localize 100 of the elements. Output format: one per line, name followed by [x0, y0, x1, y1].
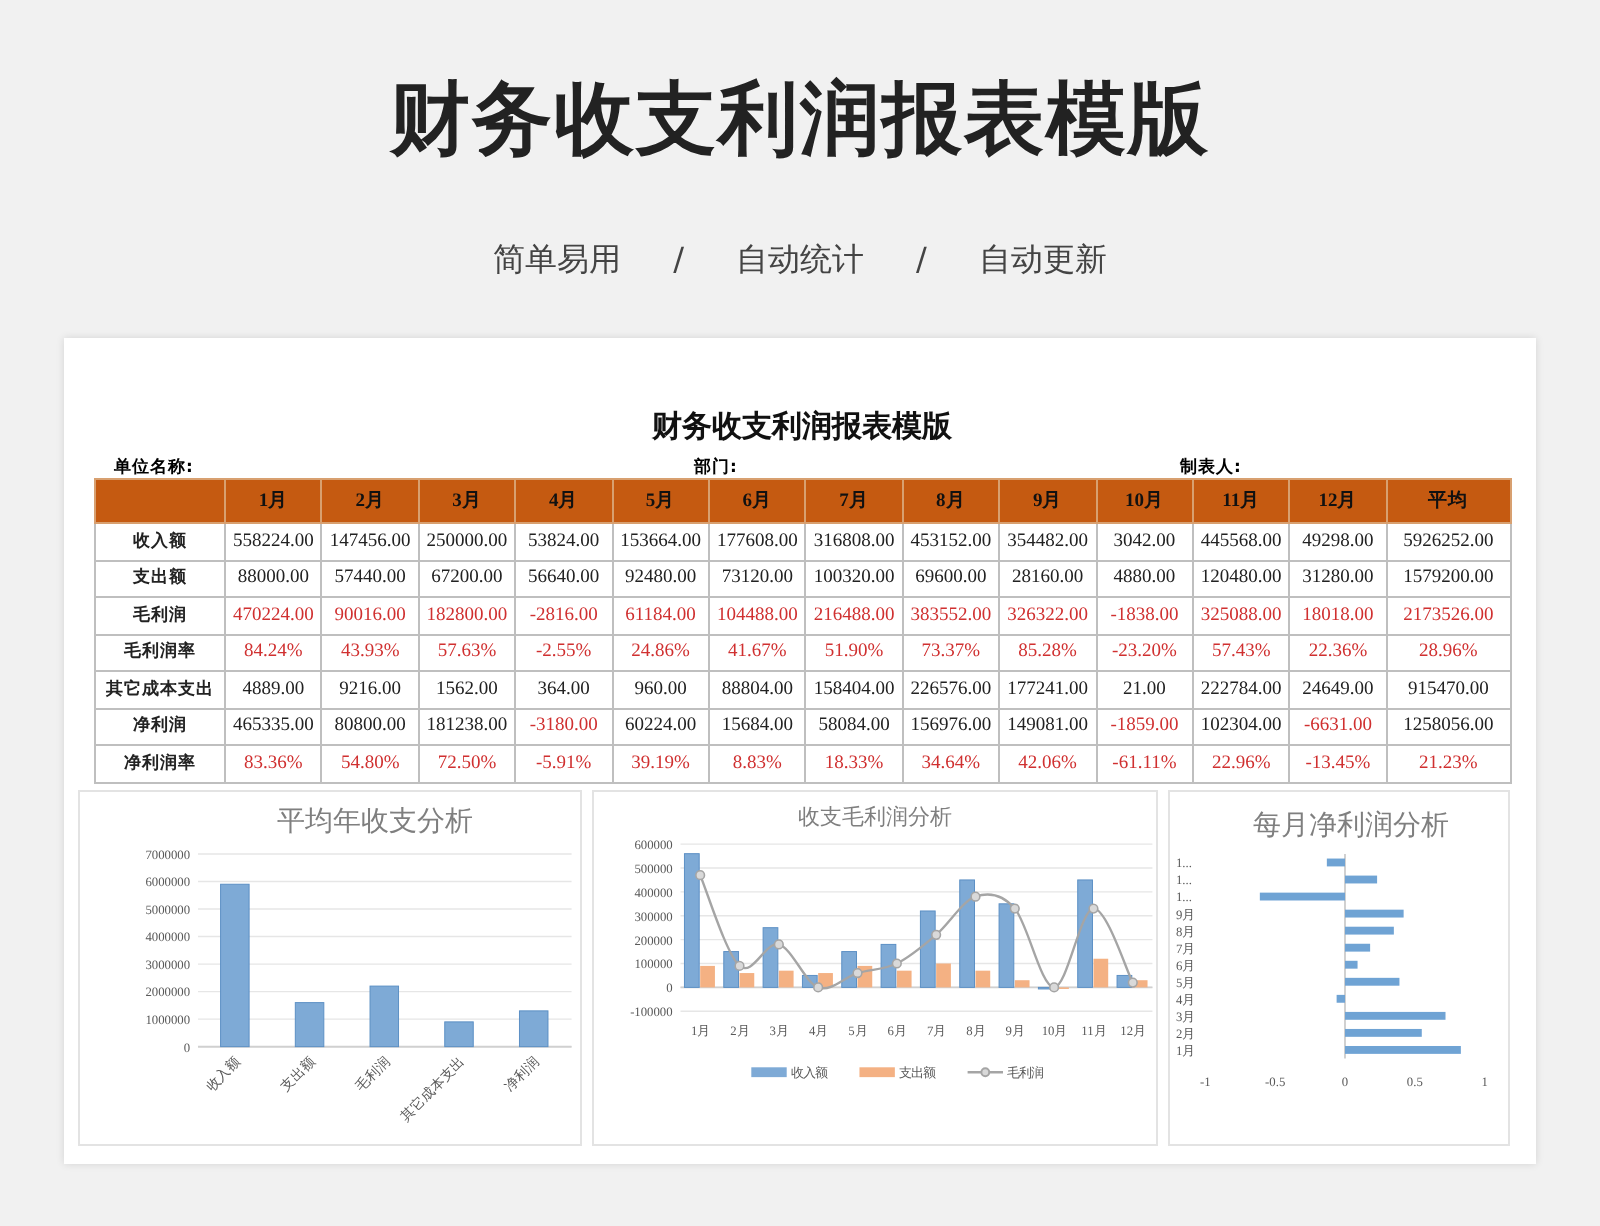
table-cell: 83.36% — [225, 745, 322, 782]
table-cell: 3042.00 — [1096, 523, 1193, 560]
table-cell: 915470.00 — [1386, 671, 1511, 708]
table-cell: 84.24% — [225, 634, 322, 671]
table-cell: 56640.00 — [515, 560, 613, 597]
table-cell: 49298.00 — [1289, 523, 1387, 560]
table-cell: 470224.00 — [225, 597, 322, 634]
table-cell: 21.00 — [1096, 671, 1193, 708]
bar — [444, 1020, 474, 1047]
table-cell: -6631.00 — [1289, 708, 1387, 745]
table-cell: 28160.00 — [999, 560, 1097, 597]
meta-label: 部门: — [694, 458, 739, 478]
table-cell: 326322.00 — [999, 597, 1097, 634]
table-cell: 53824.00 — [515, 523, 613, 560]
table-cell: 120480.00 — [1192, 560, 1290, 597]
table-cell: 18018.00 — [1289, 597, 1387, 634]
table-cell: 24.86% — [612, 634, 709, 671]
column-header: 10月 — [1096, 479, 1193, 523]
table-cell: 153664.00 — [612, 523, 709, 560]
separator: / — [673, 240, 684, 282]
table-cell: 57.43% — [1192, 634, 1290, 671]
table-cell: -2816.00 — [515, 597, 613, 634]
table-cell: 354482.00 — [999, 523, 1097, 560]
table-cell: 69600.00 — [902, 560, 1000, 597]
table-cell: 61184.00 — [612, 597, 709, 634]
table-cell: -3180.00 — [515, 708, 613, 745]
chart-title: 每月净利润分析 — [1252, 809, 1449, 840]
column-header: 4月 — [515, 479, 613, 523]
row-header: 净利润率 — [95, 745, 225, 782]
table-cell: 2173526.00 — [1386, 597, 1511, 634]
table-cell: 15684.00 — [708, 708, 806, 745]
row-header: 毛利润率 — [95, 634, 225, 671]
table-cell: 73120.00 — [708, 560, 806, 597]
table-cell: 80800.00 — [321, 708, 419, 745]
table-cell: -61.11% — [1096, 745, 1193, 782]
column-header — [95, 479, 225, 523]
column-header: 7月 — [805, 479, 903, 523]
table-cell: 102304.00 — [1192, 708, 1290, 745]
table-cell: 156976.00 — [902, 708, 1000, 745]
table-cell: 182800.00 — [418, 597, 516, 634]
table-cell: 104488.00 — [708, 597, 806, 634]
table-cell: 28.96% — [1386, 634, 1511, 671]
point — [733, 959, 745, 971]
table-cell: 5926252.00 — [1386, 523, 1511, 560]
table-cell: 325088.00 — [1192, 597, 1290, 634]
table-cell: 92480.00 — [612, 560, 709, 597]
table-cell: 43.93% — [321, 634, 419, 671]
bar — [1344, 1010, 1446, 1019]
table-cell: 222784.00 — [1192, 671, 1290, 708]
table-cell: -13.45% — [1289, 745, 1387, 782]
table-cell: 4880.00 — [1096, 560, 1193, 597]
bar — [1344, 959, 1358, 968]
row-header: 毛利润 — [95, 597, 225, 634]
table-cell: 57.63% — [418, 634, 516, 671]
table-cell: 364.00 — [515, 671, 613, 708]
table-cell: 149081.00 — [999, 708, 1097, 745]
point — [694, 869, 705, 880]
table-cell: 1562.00 — [418, 671, 516, 708]
row-header: 收入额 — [95, 523, 225, 560]
tagline-item: 自动更新 — [978, 240, 1107, 282]
chart-title: 收支毛利润分析 — [797, 805, 952, 830]
table-cell: 72.50% — [418, 745, 516, 782]
table-cell: 9216.00 — [321, 671, 419, 708]
table-cell: -1838.00 — [1096, 597, 1193, 634]
table-cell: 58084.00 — [805, 708, 903, 745]
table-cell: 41.67% — [708, 634, 806, 671]
table-cell: 8.83% — [708, 745, 806, 782]
table-cell: 177241.00 — [999, 671, 1097, 708]
table-cell: 177608.00 — [708, 523, 806, 560]
table-cell: 42.06% — [999, 745, 1097, 782]
table-cell: 453152.00 — [902, 523, 1000, 560]
bar — [1344, 1027, 1422, 1036]
column-header: 3月 — [418, 479, 516, 523]
point — [930, 928, 941, 939]
column-header: 9月 — [999, 479, 1097, 523]
column-header: 平均 — [1386, 479, 1511, 523]
bar — [1344, 908, 1404, 917]
bar — [1344, 942, 1370, 951]
bar — [294, 1001, 325, 1047]
point — [812, 981, 823, 992]
point — [773, 938, 784, 949]
table-cell: 90016.00 — [321, 597, 419, 634]
bar — [1326, 857, 1345, 866]
table-cell: 88804.00 — [708, 671, 806, 708]
table-cell: 558224.00 — [225, 523, 322, 560]
table-cell: 4889.00 — [225, 671, 322, 708]
point — [891, 957, 902, 968]
column-header: 12月 — [1289, 479, 1387, 523]
table-cell: 147456.00 — [321, 523, 419, 560]
bar — [1344, 976, 1400, 985]
table-cell: 51.90% — [805, 634, 903, 671]
point — [1009, 902, 1020, 913]
meta-label: 制表人: — [1180, 458, 1243, 478]
table-cell: 960.00 — [612, 671, 709, 708]
table-cell: 100320.00 — [805, 560, 903, 597]
table-cell: 383552.00 — [902, 597, 1000, 634]
row-header: 净利润 — [95, 708, 225, 745]
table-cell: 226576.00 — [902, 671, 1000, 708]
chart-title: 平均年收支分析 — [276, 805, 473, 836]
table-cell: 1258056.00 — [1386, 708, 1511, 745]
